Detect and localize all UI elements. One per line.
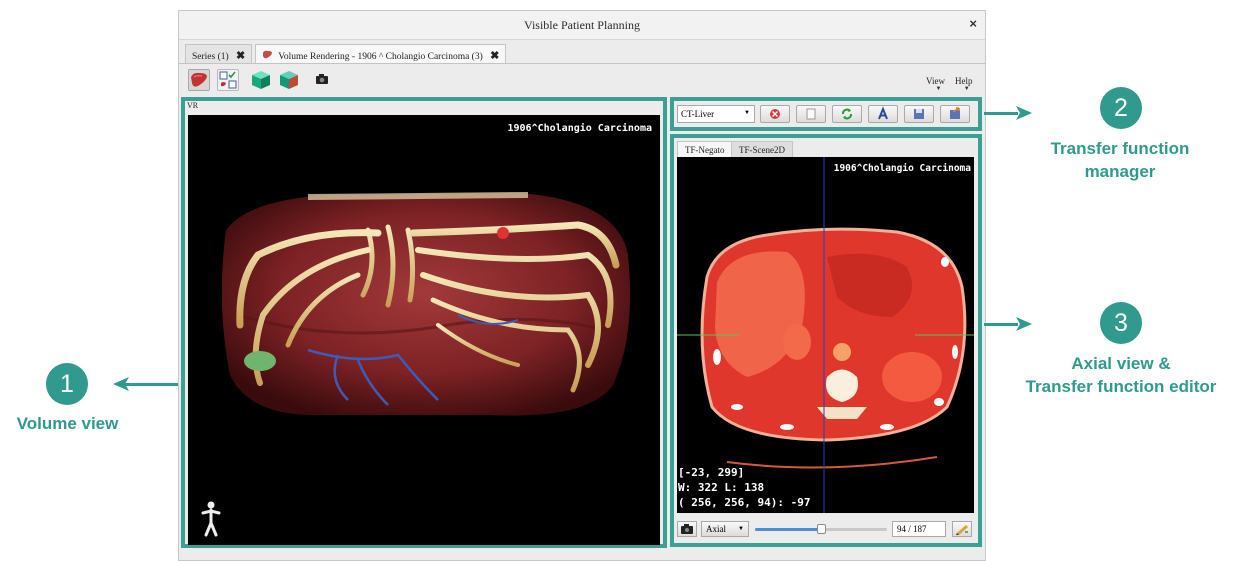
window-title: Visible Patient Planning [524,18,640,32]
menu-help-label: Help [955,76,973,86]
axial-slice-image [677,157,974,513]
liver-icon [191,72,207,87]
human-figure-icon [201,501,221,537]
annotation-2-label-line-1: Transfer function [1050,139,1190,158]
menu-view[interactable]: View ▼ [926,76,945,92]
tab-strip-divider [179,63,985,64]
annotation-2-badge: 2 [1100,87,1142,129]
menu-view-caret-icon: ▼ [935,86,942,92]
menu-help[interactable]: Help ▼ [955,76,973,92]
annotation-2-label: Transfer function manager [1020,137,1220,183]
tab-volume-rendering-close-icon[interactable]: ✖ [490,50,499,62]
axial-voxel-value: ( 256, 256, 94): -97 [678,496,811,509]
volume-view-label: VR [187,101,199,110]
annotation-1-label: Volume view [0,412,135,435]
axial-intensity-range: [-23, 299] [678,466,745,479]
tab-volume-rendering[interactable]: Volume Rendering - 1906 ^ Cholangio Carc… [255,44,507,64]
slice-slider-handle[interactable] [817,524,826,534]
liver-tab-icon [263,50,272,59]
annotation-1-label-line: Volume view [16,414,119,433]
tf-preset-caret-icon: ▼ [744,110,750,116]
refresh-icon [842,108,852,120]
annotation-2-label-line-2: manager [1084,162,1156,181]
orientation-value: Axial [706,524,726,534]
volume-render-image [221,192,631,416]
axial-patient-name: 1906^Cholangio Carcinoma [833,163,971,174]
menu-view-label: View [926,76,945,86]
annotation-3-label: Axial view & Transfer function editor [1005,352,1237,398]
axial-view-frame: TF-Negato TF-Scene2D 1906^Cholangio Carc… [670,134,982,547]
tf-reset-button[interactable] [832,105,862,123]
camera-icon [316,74,328,84]
tab-volume-rendering-label: Volume Rendering - 1906 ^ Cholangio Carc… [278,52,483,62]
model-select-button[interactable] [217,69,239,91]
export-icon [950,107,960,119]
tf-preset-value: CT-Liver [681,109,715,119]
annotation-3-badge: 3 [1100,302,1142,344]
slice-control-bar: Axial ▼ 94 / 187 [677,518,974,540]
tab-tf-negato[interactable]: TF-Negato [677,141,733,157]
rename-icon [878,106,888,120]
cube-green-icon [252,71,270,89]
menu-help-caret-icon: ▼ [963,86,970,92]
annotation-3-label-line-1: Axial view & [1071,354,1171,373]
volume-rendering-canvas[interactable]: 1906^Cholangio Carcinoma [188,115,660,545]
model-select-icon [219,71,237,89]
tab-series[interactable]: Series (1) ✖ [185,44,253,64]
save-icon [914,109,924,119]
tf-delete-button[interactable] [760,105,790,123]
title-bar: Visible Patient Planning × [179,11,985,40]
annotation-1-arrow-line [125,383,178,386]
slice-index-field[interactable]: 94 / 187 [892,521,946,537]
tf-rename-button[interactable] [868,105,898,123]
annotation-3-label-line-2: Transfer function editor [1025,377,1217,396]
pencil-icon [956,525,968,535]
slice-slider-fill [755,528,821,531]
blank-icon [806,108,816,120]
tab-tf-scene2d[interactable]: TF-Scene2D [731,141,793,157]
cube-green-button[interactable] [250,69,272,91]
liver-button[interactable] [188,69,210,91]
delete-icon [770,109,780,119]
screenshot-button[interactable] [315,72,329,86]
cube-teal-icon [280,71,298,89]
tf-export-button[interactable] [940,105,970,123]
axial-slice-canvas[interactable]: 1906^Cholangio Carcinoma [-23, 299] W: 3… [677,157,974,513]
tf-new-button[interactable] [796,105,826,123]
tf-preset-select[interactable]: CT-Liver ▼ [677,105,755,123]
annotation-1-arrowhead-icon [113,377,129,391]
cube-teal-button[interactable] [278,69,300,91]
axial-snapshot-button[interactable] [677,521,697,537]
annotation-tool-button[interactable] [952,521,972,537]
annotation-3-arrow-line [984,323,1018,326]
tab-series-close-icon[interactable]: ✖ [236,50,245,62]
window-close-button[interactable]: × [969,16,977,31]
annotation-3-arrowhead-icon [1016,317,1032,331]
tf-import-button[interactable] [904,105,934,123]
camera-icon [681,524,693,534]
orientation-select[interactable]: Axial ▼ [701,521,749,537]
volume-view-frame: VR 1906^Cholangio Carcinoma [181,97,667,548]
orientation-caret-icon: ▼ [738,526,744,532]
slice-slider[interactable] [755,524,887,534]
transfer-function-manager: CT-Liver ▼ [670,97,982,131]
annotation-2-arrow-line [984,112,1018,115]
annotation-2-arrowhead-icon [1016,106,1032,120]
axial-window-level: W: 322 L: 138 [678,481,765,494]
annotation-1-badge: 1 [46,363,88,405]
axial-info-overlay: [-23, 299] W: 322 L: 138 ( 256, 256, 94)… [678,465,810,510]
tab-series-label: Series (1) [192,52,229,62]
